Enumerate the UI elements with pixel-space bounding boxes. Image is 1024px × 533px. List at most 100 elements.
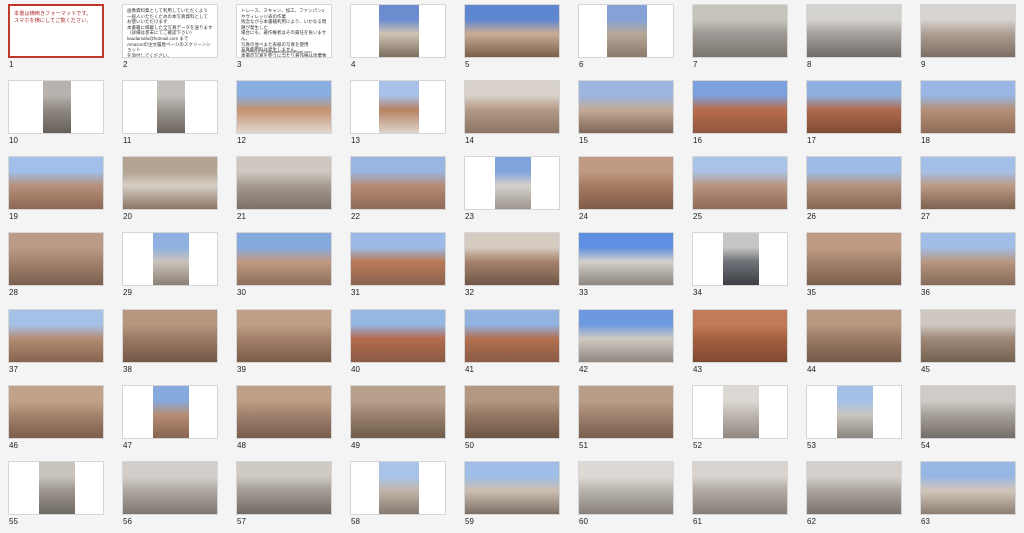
thumbnail-image[interactable] (692, 80, 788, 134)
page-thumbnail[interactable]: 23 (456, 152, 566, 228)
page-thumbnail[interactable]: 32 (456, 228, 566, 304)
thumbnail-image[interactable] (464, 156, 560, 210)
thumbnail-image[interactable] (464, 385, 560, 439)
thumbnail-image[interactable] (236, 309, 332, 363)
page-thumbnail[interactable]: 31 (342, 228, 452, 304)
thumbnail-image[interactable] (350, 4, 446, 58)
thumbnail-image[interactable] (122, 156, 218, 210)
page-thumbnail[interactable]: 24 (570, 152, 680, 228)
page-thumbnail[interactable]: 52 (684, 381, 794, 457)
thumbnail-image[interactable] (236, 461, 332, 515)
thumbnail-image[interactable] (350, 385, 446, 439)
thumbnail-image[interactable] (692, 232, 788, 286)
thumbnail-image[interactable] (122, 309, 218, 363)
thumbnail-image[interactable] (806, 232, 902, 286)
thumbnail-image[interactable] (8, 156, 104, 210)
page-thumbnail[interactable]: 18 (912, 76, 1022, 152)
thumbnail-image[interactable] (350, 309, 446, 363)
page-thumbnail[interactable]: 55 (0, 457, 110, 533)
thumbnail-image[interactable] (464, 232, 560, 286)
thumbnail-image[interactable] (236, 232, 332, 286)
thumbnail-image[interactable] (8, 232, 104, 286)
thumbnail-image[interactable] (578, 80, 674, 134)
page-thumbnail[interactable]: 36 (912, 228, 1022, 304)
page-thumbnail[interactable]: 8 (798, 0, 908, 76)
thumbnail-image[interactable] (692, 156, 788, 210)
page-thumbnail[interactable]: 59 (456, 457, 566, 533)
page-thumbnail[interactable]: 13 (342, 76, 452, 152)
thumbnail-image[interactable] (692, 385, 788, 439)
thumbnail-image[interactable] (692, 309, 788, 363)
thumbnail-image[interactable] (920, 232, 1016, 286)
thumbnail-image[interactable] (8, 309, 104, 363)
page-thumbnail[interactable]: 33 (570, 228, 680, 304)
page-thumbnail[interactable]: 20 (114, 152, 224, 228)
page-thumbnail[interactable]: 61 (684, 457, 794, 533)
page-thumbnail[interactable]: 40 (342, 305, 452, 381)
page-thumbnail[interactable]: 49 (342, 381, 452, 457)
page-thumbnail[interactable]: 58 (342, 457, 452, 533)
thumbnail-image[interactable] (464, 309, 560, 363)
page-thumbnail[interactable]: 16 (684, 76, 794, 152)
page-thumbnail[interactable]: 60 (570, 457, 680, 533)
thumbnail-image[interactable] (122, 461, 218, 515)
page-thumbnail[interactable]: 28 (0, 228, 110, 304)
page-thumbnail[interactable]: 17 (798, 76, 908, 152)
thumbnail-image[interactable] (236, 80, 332, 134)
thumbnail-image[interactable] (350, 461, 446, 515)
thumbnail-image[interactable] (464, 461, 560, 515)
thumbnail-image[interactable] (578, 156, 674, 210)
thumbnail-image[interactable] (350, 232, 446, 286)
thumbnail-image[interactable] (236, 385, 332, 439)
thumbnail-image[interactable] (578, 4, 674, 58)
page-thumbnail[interactable]: 39 (228, 305, 338, 381)
page-thumbnail[interactable]: 22 (342, 152, 452, 228)
page-thumbnail[interactable]: 34 (684, 228, 794, 304)
thumbnail-image[interactable] (8, 80, 104, 134)
page-thumbnail[interactable]: 12 (228, 76, 338, 152)
page-thumbnail[interactable]: 10 (0, 76, 110, 152)
thumbnail-image[interactable] (806, 80, 902, 134)
thumbnail-image[interactable]: トレース、スキャン、加工、ファンパン1 やヴィレッジ表の作業 残念ながら本書籍利… (236, 4, 332, 58)
page-thumbnail[interactable]: 37 (0, 305, 110, 381)
page-thumbnail[interactable]: 54 (912, 381, 1022, 457)
thumbnail-image[interactable] (806, 4, 902, 58)
thumbnail-image[interactable]: 本書は横倒きフォーマットです。 スマホを横にしてご覧ください。 (8, 4, 104, 58)
page-thumbnail[interactable]: 46 (0, 381, 110, 457)
page-thumbnail[interactable]: 29 (114, 228, 224, 304)
thumbnail-image[interactable] (578, 309, 674, 363)
page-thumbnail[interactable]: 14 (456, 76, 566, 152)
page-thumbnail[interactable]: 15 (570, 76, 680, 152)
page-thumbnail[interactable]: 4 (342, 0, 452, 76)
thumbnail-image[interactable] (920, 80, 1016, 134)
page-thumbnail[interactable]: 53 (798, 381, 908, 457)
page-thumbnail[interactable]: 51 (570, 381, 680, 457)
page-thumbnail[interactable]: 11 (114, 76, 224, 152)
thumbnail-image[interactable] (578, 232, 674, 286)
thumbnail-image[interactable] (806, 309, 902, 363)
page-thumbnail[interactable]: 45 (912, 305, 1022, 381)
thumbnail-image[interactable] (806, 156, 902, 210)
thumbnail-image[interactable] (578, 385, 674, 439)
page-thumbnail[interactable]: 35 (798, 228, 908, 304)
thumbnail-image[interactable] (806, 461, 902, 515)
thumbnail-image[interactable] (692, 461, 788, 515)
page-thumbnail[interactable]: トレース、スキャン、加工、ファンパン1 やヴィレッジ表の作業 残念ながら本書籍利… (228, 0, 338, 76)
page-thumbnail[interactable]: 6 (570, 0, 680, 76)
page-thumbnail[interactable]: 26 (798, 152, 908, 228)
page-thumbnail[interactable]: 27 (912, 152, 1022, 228)
thumbnail-image[interactable] (464, 4, 560, 58)
thumbnail-image[interactable] (806, 385, 902, 439)
page-thumbnail[interactable]: 9 (912, 0, 1022, 76)
thumbnail-image[interactable] (920, 385, 1016, 439)
page-thumbnail[interactable]: 50 (456, 381, 566, 457)
page-thumbnail[interactable]: 41 (456, 305, 566, 381)
page-thumbnail[interactable]: 25 (684, 152, 794, 228)
page-thumbnail[interactable]: 62 (798, 457, 908, 533)
thumbnail-image[interactable] (122, 385, 218, 439)
page-thumbnail[interactable]: 19 (0, 152, 110, 228)
thumbnail-image[interactable] (8, 461, 104, 515)
page-thumbnail[interactable]: 44 (798, 305, 908, 381)
thumbnail-image[interactable] (920, 461, 1016, 515)
page-thumbnail[interactable]: 30 (228, 228, 338, 304)
